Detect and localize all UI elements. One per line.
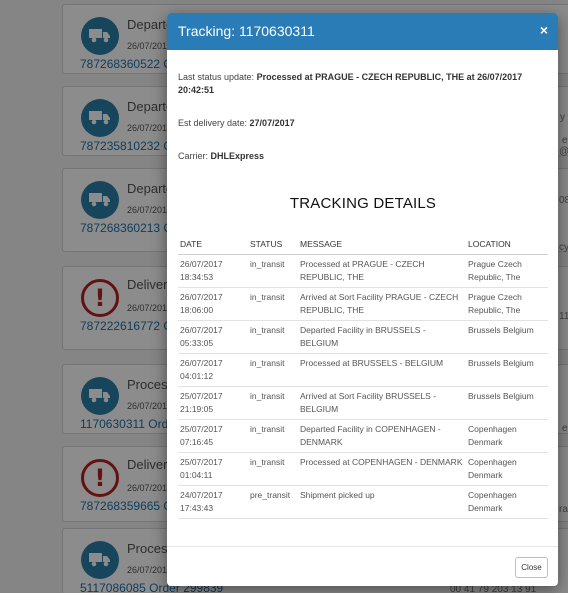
modal-title: Tracking: 1170630311 (178, 23, 315, 39)
cell-status: in_transit (248, 386, 298, 420)
cell-time: 05:33:05 (180, 337, 214, 348)
cell-location: Copenhagen Denmark (466, 485, 548, 519)
cell-datetime: 24/07/2017 17:43:43 (178, 485, 248, 519)
est-delivery-label: Est delivery date: (178, 118, 250, 128)
cell-message: Processed at PRAGUE - CZECH REPUBLIC, TH… (298, 254, 466, 288)
table-row: 24/07/2017 17:43:43 pre_transit Shipment pi… (178, 485, 548, 519)
cell-date: 26/07/2017 (180, 258, 223, 269)
column-header-location: LOCATION (466, 230, 548, 255)
cell-location: Brussels Belgium (466, 320, 548, 354)
cell-time: 18:06:00 (180, 304, 214, 315)
tracking-details-table: DATE STATUS MESSAGE LOCATION 26/07/2017 1… (178, 230, 548, 519)
table-row: 25/07/2017 07:16:45 in_transit Departed Fac… (178, 419, 548, 453)
cell-date: 26/07/2017 (180, 291, 223, 302)
cell-location: Brussels Belgium (466, 353, 548, 387)
cell-time: 07:16:45 (180, 436, 214, 447)
cell-status: in_transit (248, 419, 298, 453)
last-status-label: Last status update: (178, 72, 257, 82)
cell-date: 26/07/2017 (180, 324, 223, 335)
cell-status: pre_transit (248, 485, 298, 519)
column-header-status: STATUS (248, 230, 298, 255)
tracking-modal: Tracking: 1170630311 × Last status updat… (167, 13, 558, 586)
est-delivery-line: Est delivery date: 27/07/2017 (178, 117, 295, 130)
last-status-line: Last status update: Processed at PRAGUE … (178, 71, 523, 97)
cell-datetime: 26/07/2017 18:06:00 (178, 287, 248, 321)
cell-status: in_transit (248, 287, 298, 321)
carrier-value: DHLExpress (210, 151, 265, 161)
cell-date: 25/07/2017 (180, 390, 223, 401)
cell-message: Arrived at Sort Facility PRAGUE - CZECH … (298, 287, 466, 321)
cell-time: 17:43:43 (180, 502, 214, 513)
carrier-label: Carrier: (178, 151, 211, 161)
close-icon[interactable]: × (540, 22, 548, 38)
modal-header: Tracking: 1170630311 × (167, 13, 558, 50)
column-header-message: MESSAGE (298, 230, 466, 255)
cell-status: in_transit (248, 452, 298, 486)
tracking-details-heading: TRACKING DETAILS (289, 195, 437, 212)
cell-message: Departed Facility in COPENHAGEN - DENMAR… (298, 419, 466, 453)
cell-location: Prague Czech Republic, The (466, 254, 548, 288)
cell-status: in_transit (248, 320, 298, 354)
cell-time: 21:19:05 (180, 403, 214, 414)
cell-location: Copenhagen Denmark (466, 419, 548, 453)
est-delivery-value: 27/07/2017 (249, 118, 295, 128)
cell-message: Arrived at Sort Facility BRUSSELS - BELG… (298, 386, 466, 420)
cell-location: Copenhagen Denmark (466, 452, 548, 486)
cell-datetime: 26/07/2017 05:33:05 (178, 320, 248, 354)
table-row: 26/07/2017 04:01:12 in_transit Processed at… (178, 353, 548, 387)
cell-date: 25/07/2017 (180, 423, 223, 434)
cell-date: 26/07/2017 (180, 357, 223, 368)
cell-datetime: 25/07/2017 01:04:11 (178, 452, 248, 486)
cell-message: Processed at BRUSSELS - BELGIUM (298, 353, 466, 387)
cell-location: Brussels Belgium (466, 386, 548, 420)
table-row: 25/07/2017 21:19:05 in_transit Arrived at S… (178, 386, 548, 420)
cell-time: 04:01:12 (180, 370, 214, 381)
table-header-row: DATE STATUS MESSAGE LOCATION (178, 230, 548, 255)
cell-location: Prague Czech Republic, The (466, 287, 548, 321)
table-row: 26/07/2017 18:34:53 in_transit Processed at… (178, 254, 548, 288)
carrier-line: Carrier: DHLExpress (178, 150, 264, 163)
cell-message: Shipment picked up (298, 485, 466, 519)
cell-date: 25/07/2017 (180, 456, 223, 467)
cell-status: in_transit (248, 254, 298, 288)
cell-datetime: 25/07/2017 07:16:45 (178, 419, 248, 453)
table-row: 26/07/2017 05:33:05 in_transit Departed Fac… (178, 320, 548, 354)
cell-status: in_transit (248, 353, 298, 387)
cell-date: 24/07/2017 (180, 489, 223, 500)
close-button[interactable]: Close (515, 557, 548, 578)
modal-footer: Close (167, 546, 558, 586)
cell-time: 01:04:11 (180, 469, 213, 480)
table-row: 26/07/2017 18:06:00 in_transit Arrived at S… (178, 287, 548, 321)
cell-datetime: 25/07/2017 21:19:05 (178, 386, 248, 420)
cell-message: Processed at COPENHAGEN - DENMARK (298, 452, 466, 486)
cell-message: Departed Facility in BRUSSELS - BELGIUM (298, 320, 466, 354)
column-header-date: DATE (178, 230, 248, 255)
cell-datetime: 26/07/2017 18:34:53 (178, 254, 248, 288)
table-row: 25/07/2017 01:04:11 in_transit Processed at… (178, 452, 548, 486)
cell-datetime: 26/07/2017 04:01:12 (178, 353, 248, 387)
cell-time: 18:34:53 (180, 271, 214, 282)
